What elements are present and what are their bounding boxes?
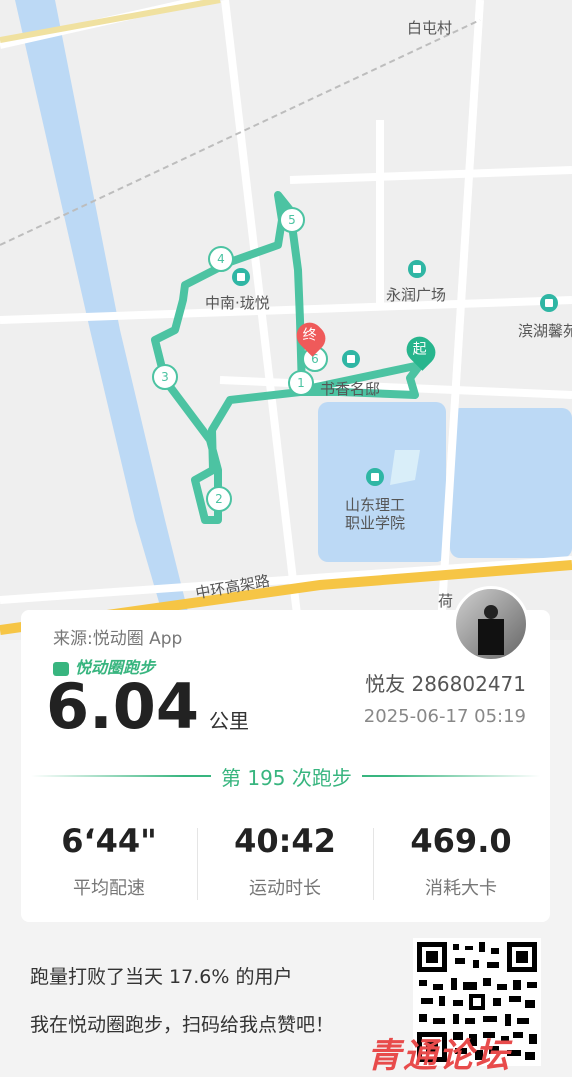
share-text: 我在悦动圈跑步，扫码给我点赞吧！ [30,1014,335,1036]
map-label: 职业学院 [345,514,406,532]
km-marker[interactable]: 4 [208,246,234,272]
stat-label: 平均配速 [73,878,145,899]
start-label: 起 [412,341,427,358]
km-marker[interactable]: 5 [279,207,305,233]
building-icon [232,268,250,286]
source-label: 来源:悦动圈 App [53,629,183,649]
watermark: 青通论坛 [367,1036,511,1076]
distance-value: 6.04 [46,670,199,743]
map-label: 滨湖馨苑 [518,322,572,340]
lake [450,408,572,558]
map-label: 书香名邸 [320,380,381,398]
map-label: 白屯村 [407,19,453,37]
map-label: 荷 [438,592,454,610]
stat-duration: 40:42 运动时长 [197,822,373,900]
stat-calories: 469.0 消耗大卡 [373,822,549,900]
km-marker[interactable]: 2 [206,486,232,512]
stat-value: 40:42 [234,822,336,860]
distance-unit: 公里 [209,709,249,733]
km-marker[interactable]: 1 [288,370,314,396]
run-datetime: 2025-06-17 05:19 [363,706,526,727]
map-label: 中南·珑悦 [205,294,270,312]
stat-value: 6‘44" [61,822,157,860]
building-icon [342,350,360,368]
run-summary-card: 来源:悦动圈 App 悦动圈跑步 6.04 公里 悦友 286802471 20… [21,586,550,922]
stat-label: 运动时长 [249,878,321,899]
end-label: 终 [302,327,317,344]
stat-label: 消耗大卡 [425,878,497,899]
user-id: 悦友 286802471 [365,672,526,696]
building-icon [540,294,558,312]
map-label: 永润广场 [386,286,447,304]
stat-pace: 6‘44" 平均配速 [21,822,197,900]
run-count: 第 195 次跑步 [211,762,362,791]
user-avatar[interactable] [453,586,529,662]
km-marker[interactable]: 3 [152,364,178,390]
building-icon [408,260,426,278]
route-map[interactable]: 白屯村 中南·珑悦 永润广场 滨湖馨苑 书香名邸 山东理工 职业学院 中环高架路… [0,0,572,641]
stat-value: 469.0 [410,822,512,860]
ranking-text: 跑量打败了当天 17.6% 的用户 [30,966,293,988]
school-icon [366,468,384,486]
map-canvas [0,0,572,641]
